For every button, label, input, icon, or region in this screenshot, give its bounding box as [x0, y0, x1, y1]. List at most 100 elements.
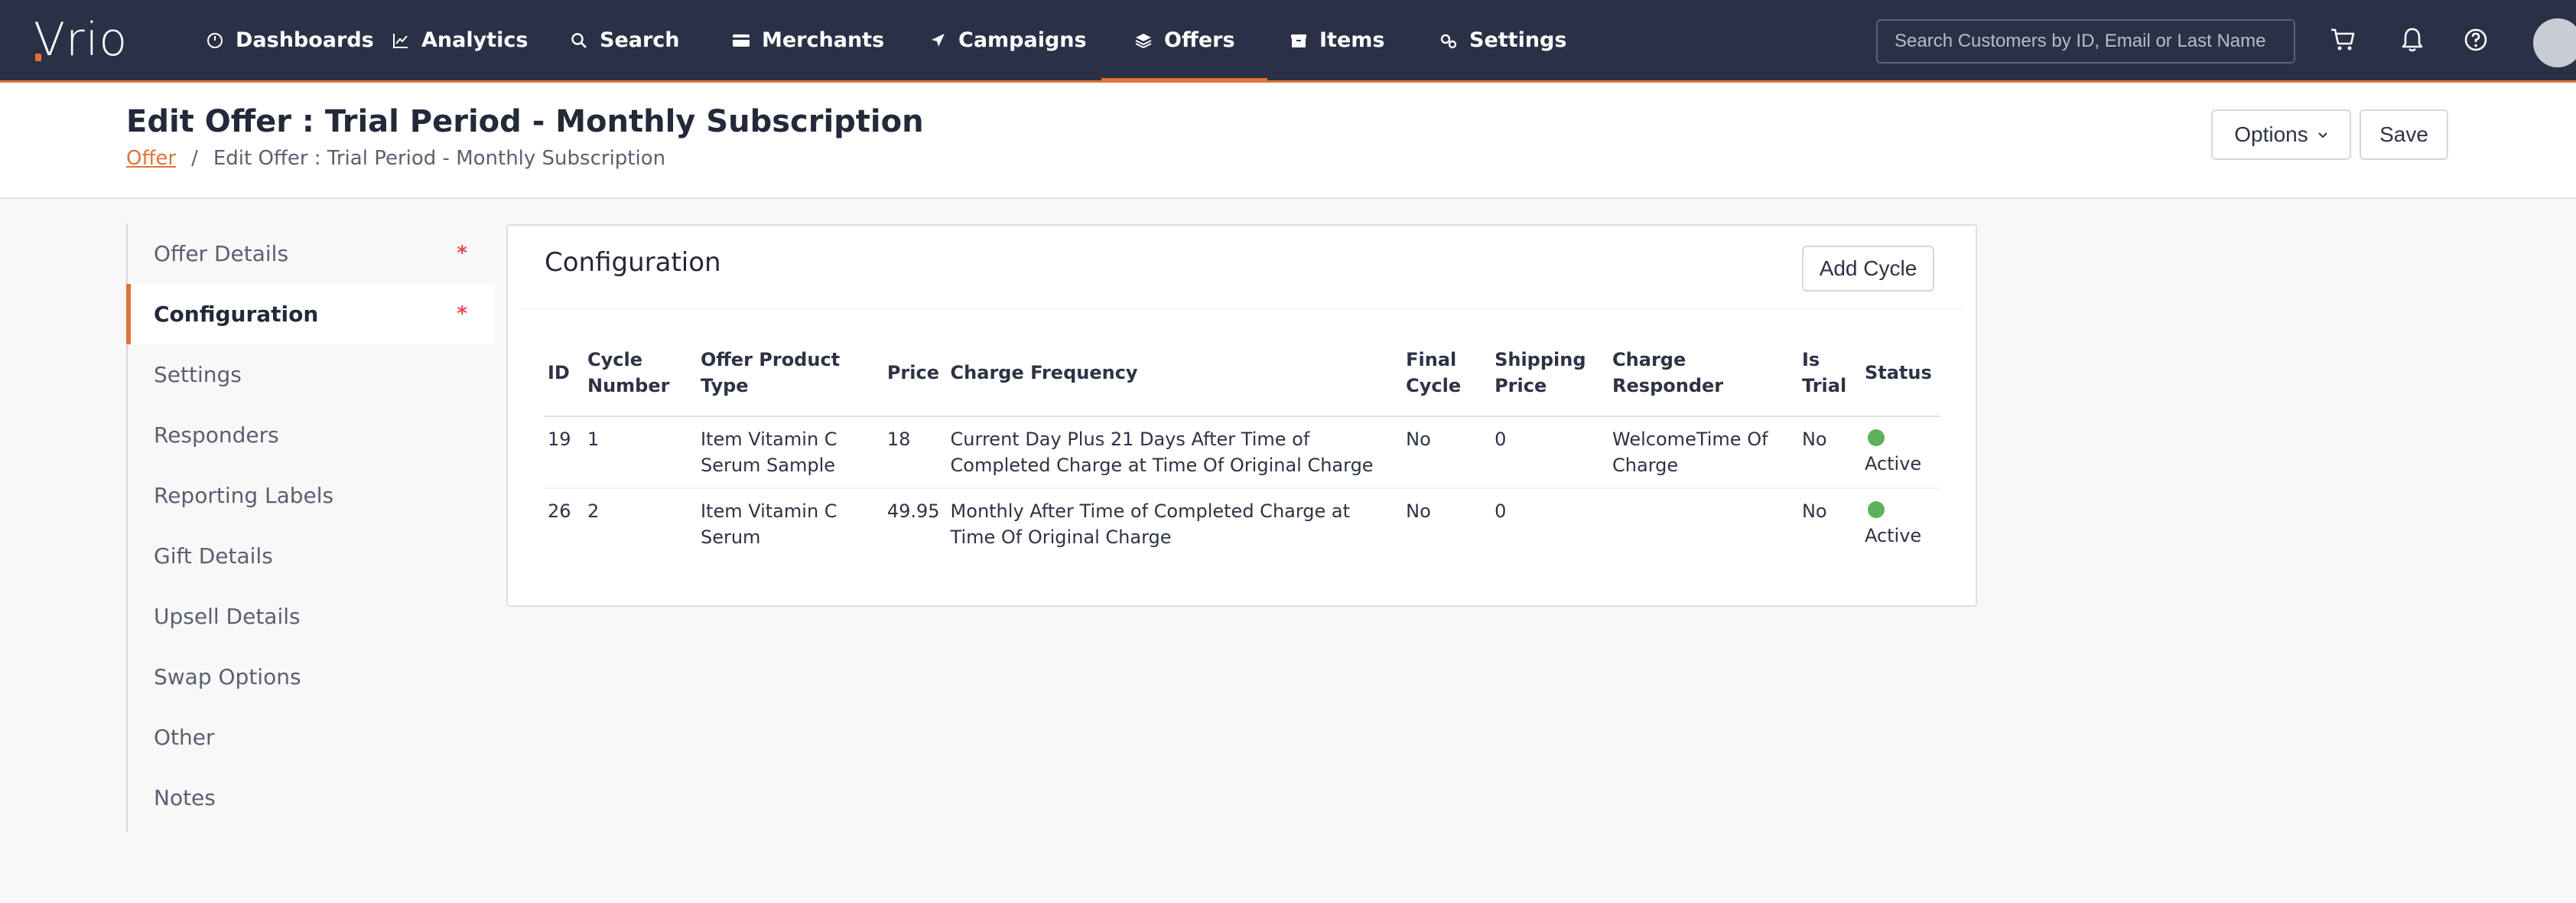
- user-avatar[interactable]: [2533, 18, 2576, 67]
- nav-offers[interactable]: Offers: [1101, 0, 1267, 83]
- required-marker: *: [457, 242, 467, 265]
- column-header-price[interactable]: Price: [883, 341, 948, 417]
- nav-campaigns[interactable]: Campaigns: [928, 0, 1087, 80]
- sidebar-item-label: Gift Details: [154, 543, 273, 569]
- sidebar-item-label: Reporting Labels: [154, 483, 334, 508]
- cell-price: 18: [883, 416, 948, 489]
- nav-search[interactable]: Search: [569, 0, 680, 80]
- sidebar-item-label: Responders: [154, 422, 279, 448]
- layers-icon: [1134, 31, 1153, 51]
- column-header-shipping-price[interactable]: Shipping Price: [1491, 341, 1610, 417]
- cell-shipping-price: 0: [1491, 416, 1610, 489]
- sidebar-item-configuration[interactable]: Configuration *: [126, 284, 495, 344]
- cell-charge-responder: [1609, 488, 1799, 559]
- column-header-charge-frequency[interactable]: Charge Frequency: [947, 341, 1403, 417]
- page-header: Edit Offer : Trial Period - Monthly Subs…: [0, 83, 2576, 199]
- required-marker: *: [457, 302, 467, 325]
- cell-cycle-number: 1: [584, 416, 698, 489]
- column-header-offer-product-type[interactable]: Offer Product Type: [697, 341, 884, 417]
- sidebar-item-label: Swap Options: [154, 664, 301, 689]
- sidebar-item-label: Other: [154, 725, 215, 750]
- cycles-table: ID Cycle Number Offer Product Type Price…: [545, 341, 1940, 559]
- nav-label: Settings: [1469, 28, 1567, 52]
- sidebar-item-notes[interactable]: Notes: [128, 768, 495, 828]
- logo-text: Vrio: [34, 13, 128, 67]
- sidebar-item-gift-details[interactable]: Gift Details: [128, 526, 495, 586]
- credit-card-icon: [731, 31, 751, 51]
- nav-analytics[interactable]: Analytics: [391, 0, 528, 80]
- top-navbar: Vrio Dashboards Analytics Search Merchan…: [0, 0, 2576, 83]
- cell-charge-responder: WelcomeTime Of Charge: [1609, 416, 1799, 489]
- page-title: Edit Offer : Trial Period - Monthly Subs…: [126, 104, 924, 139]
- cart-icon[interactable]: [2327, 24, 2358, 55]
- line-chart-icon: [391, 31, 411, 51]
- status-active-dot-icon: [1867, 501, 1885, 518]
- nav-merchants[interactable]: Merchants: [731, 0, 884, 80]
- sidebar-item-settings[interactable]: Settings: [128, 344, 495, 405]
- column-header-is-trial[interactable]: Is Trial: [1798, 341, 1862, 417]
- nav-settings[interactable]: Settings: [1439, 0, 1566, 80]
- cell-offer-product-type: Item Vitamin C Serum Sample: [697, 416, 884, 489]
- configuration-card: Configuration Add Cycle ID Cycle Number …: [506, 224, 1977, 607]
- status-text: Active: [1864, 453, 1922, 474]
- breadcrumb-offer-link[interactable]: Offer: [126, 147, 176, 170]
- nav-items[interactable]: Items: [1289, 0, 1384, 80]
- column-header-status[interactable]: Status: [1861, 341, 1940, 417]
- help-icon[interactable]: [2461, 24, 2491, 55]
- breadcrumb-current: Edit Offer : Trial Period - Monthly Subs…: [213, 147, 666, 170]
- nav-dashboards[interactable]: Dashboards: [205, 0, 374, 80]
- options-button[interactable]: Options: [2211, 109, 2351, 160]
- chevron-down-icon: [2317, 127, 2328, 143]
- nav-label: Search: [600, 28, 680, 52]
- nav-label: Dashboards: [236, 28, 374, 52]
- breadcrumb: Offer / Edit Offer : Trial Period - Mont…: [126, 147, 665, 170]
- table-header-row: ID Cycle Number Offer Product Type Price…: [545, 341, 1940, 417]
- cell-final-cycle: No: [1406, 500, 1431, 522]
- cell-offer-product-type: Item Vitamin C Serum: [700, 500, 838, 548]
- nav-label: Items: [1319, 28, 1385, 52]
- sidebar-item-other[interactable]: Other: [128, 707, 495, 768]
- table-row[interactable]: 26 2 Item Vitamin C Serum 49.95 Monthly …: [545, 488, 1940, 559]
- sidebar-item-label: Notes: [154, 785, 216, 810]
- column-header-id[interactable]: ID: [545, 341, 584, 417]
- sidebar-item-label: Offer Details: [154, 241, 289, 266]
- sidebar-item-label: Settings: [154, 362, 242, 387]
- sidebar-item-offer-details[interactable]: Offer Details *: [128, 223, 495, 284]
- vrio-logo[interactable]: Vrio: [34, 15, 128, 64]
- column-header-final-cycle[interactable]: Final Cycle: [1403, 341, 1492, 417]
- table-row[interactable]: 19 1 Item Vitamin C Serum Sample 18 Curr…: [545, 416, 1940, 489]
- options-label: Options: [2234, 122, 2308, 146]
- gauge-icon: [205, 31, 225, 51]
- sidebar-item-label: Upsell Details: [154, 604, 301, 629]
- paper-plane-icon: [928, 31, 948, 51]
- customer-search-input[interactable]: [1876, 19, 2295, 64]
- bell-icon[interactable]: [2397, 24, 2428, 55]
- card-title: Configuration: [545, 247, 721, 278]
- cell-charge-frequency: Monthly After Time of Completed Charge a…: [950, 500, 1351, 548]
- sidebar-item-label: Configuration: [154, 302, 319, 327]
- save-button[interactable]: Save: [2360, 109, 2448, 160]
- add-cycle-button[interactable]: Add Cycle: [1802, 246, 1934, 292]
- cell-price: 49.95: [886, 500, 940, 522]
- sidebar-item-responders[interactable]: Responders: [128, 405, 495, 465]
- sidebar-item-upsell-details[interactable]: Upsell Details: [128, 586, 495, 647]
- cell-shipping-price: 0: [1495, 500, 1507, 522]
- cell-is-trial: No: [1798, 416, 1862, 489]
- cell-is-trial: No: [1801, 500, 1827, 522]
- cell-cycle-number: 2: [587, 500, 600, 522]
- gears-icon: [1439, 31, 1459, 51]
- logo-accent: [35, 54, 41, 61]
- status-active-dot-icon: [1867, 429, 1885, 446]
- cell-charge-frequency: Current Day Plus 21 Days After Time of C…: [947, 416, 1403, 489]
- search-icon: [569, 31, 589, 51]
- sidebar-item-reporting-labels[interactable]: Reporting Labels: [128, 465, 495, 526]
- nav-label: Offers: [1164, 28, 1235, 52]
- cell-status: Active: [1861, 416, 1940, 489]
- column-header-cycle-number[interactable]: Cycle Number: [584, 341, 698, 417]
- status-text: Active: [1864, 525, 1922, 546]
- column-header-charge-responder[interactable]: Charge Responder: [1609, 341, 1799, 417]
- breadcrumb-separator: /: [191, 147, 198, 170]
- nav-label: Campaigns: [958, 28, 1087, 52]
- sidebar-item-swap-options[interactable]: Swap Options: [128, 647, 495, 707]
- cell-status: Active: [1862, 488, 1940, 559]
